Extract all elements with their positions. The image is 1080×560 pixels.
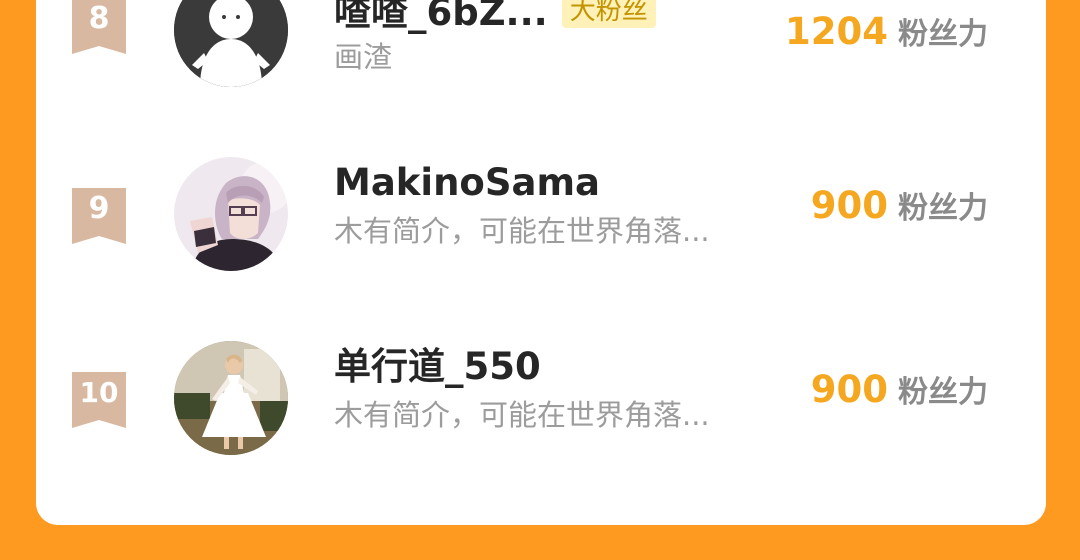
ranking-row[interactable]: 9 MakinoSama 木有简介，可能在世界角落... 900 粉丝力: [36, 150, 1046, 271]
rank-number: 8: [88, 1, 110, 36]
fan-power-value: 900: [810, 368, 888, 411]
ranking-row[interactable]: 10 单行道_550 木有简介，可能在世界角落... 900 粉丝力: [36, 334, 1046, 455]
user-name[interactable]: 喳喳_6bZ...: [334, 0, 548, 36]
ranking-card: 8 喳喳_6bZ... 大粉丝 画渣 1204 粉丝力 9 MakinoSama…: [36, 0, 1046, 525]
fan-power: 900 粉丝力: [811, 184, 988, 235]
fan-level-badge: 大粉丝: [561, 0, 656, 28]
rank-badge: 8: [72, 0, 126, 54]
rank-number: 9: [88, 191, 110, 226]
girl-white-dress-avatar: [174, 341, 288, 455]
user-bio: 画渣: [334, 40, 393, 74]
user-name[interactable]: MakinoSama: [334, 160, 600, 206]
user-avatar[interactable]: [174, 341, 288, 455]
fan-power-unit: 粉丝力: [898, 191, 988, 226]
anime-character-avatar: [174, 157, 288, 271]
rank-number: 10: [79, 376, 119, 409]
user-name[interactable]: 单行道_550: [334, 344, 541, 390]
fan-power-value: 1204: [785, 10, 888, 53]
user-bio: 木有简介，可能在世界角落...: [334, 214, 710, 248]
user-name-line: 单行道_550: [334, 344, 541, 390]
fan-power-value: 900: [810, 184, 888, 227]
rank-badge: 9: [72, 188, 126, 244]
fan-power: 1204 粉丝力: [785, 10, 988, 61]
rank-badge: 10: [72, 372, 126, 428]
user-name-line: 喳喳_6bZ... 大粉丝: [334, 0, 656, 36]
user-bio: 木有简介，可能在世界角落...: [334, 398, 710, 432]
fan-power: 900 粉丝力: [811, 368, 988, 419]
fan-power-unit: 粉丝力: [898, 17, 988, 52]
user-name-line: MakinoSama: [334, 160, 600, 206]
default-avatar-icon: [174, 0, 288, 87]
ranking-row[interactable]: 8 喳喳_6bZ... 大粉丝 画渣 1204 粉丝力: [36, 0, 1046, 90]
fan-power-unit: 粉丝力: [898, 375, 988, 410]
user-avatar[interactable]: [174, 0, 288, 87]
user-avatar[interactable]: [174, 157, 288, 271]
